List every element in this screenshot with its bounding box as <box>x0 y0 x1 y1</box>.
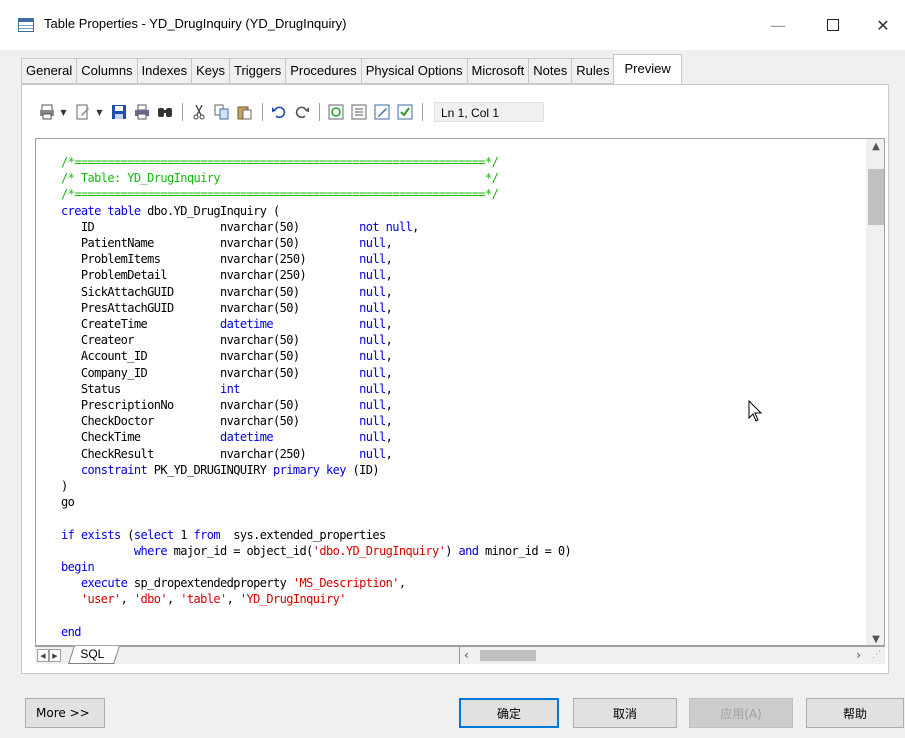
scroll-up-icon[interactable]: ▲ <box>866 141 884 152</box>
edit-menu-icon[interactable] <box>72 101 94 123</box>
preview-toolbar: ▼ ▼ Ln 1, Col 1 <box>36 99 544 125</box>
code-line: /*======================================… <box>61 187 499 202</box>
code-line: ProblemItems nvarchar(250) null, <box>61 252 393 267</box>
cancel-button[interactable]: 取消 <box>573 698 677 728</box>
toolbar-separator <box>182 103 183 121</box>
help-button[interactable]: 帮助 <box>806 698 904 728</box>
close-button[interactable]: ✕ <box>860 10 905 40</box>
show-lines-icon[interactable] <box>348 101 370 123</box>
tab-indexes[interactable]: Indexes <box>136 58 192 84</box>
code-line: create table dbo.YD_DrugInquiry ( <box>61 203 280 218</box>
sheet-next-icon[interactable]: ▶ <box>49 649 61 662</box>
code-line: PresAttachGUID nvarchar(50) null, <box>61 300 393 315</box>
tab-general[interactable]: General <box>21 58 77 84</box>
edit-preview-icon[interactable] <box>371 101 393 123</box>
code-line: where major_id = object_id('dbo.YD_DrugI… <box>133 543 572 558</box>
chevron-down-icon[interactable]: ▼ <box>95 101 104 123</box>
code-line: go <box>61 495 75 510</box>
hscroll-thumb[interactable] <box>480 650 536 661</box>
code-line: /* Table: YD_DrugInquiry */ <box>61 171 499 186</box>
code-line: 'user', 'dbo', 'table', 'YD_DrugInquiry' <box>80 592 347 607</box>
code-line: CheckDoctor nvarchar(50) null, <box>61 414 393 429</box>
code-line: /*======================================… <box>61 155 499 169</box>
toolbar-separator <box>319 103 320 121</box>
chevron-down-icon[interactable]: ▼ <box>59 101 68 123</box>
code-line: Createor nvarchar(50) null, <box>61 333 393 348</box>
tab-strip: General Columns Indexes Keys Triggers Pr… <box>21 54 682 84</box>
print-menu-icon[interactable] <box>36 101 58 123</box>
tab-rules[interactable]: Rules <box>571 58 614 84</box>
ok-button[interactable]: 确定 <box>459 698 559 728</box>
tab-columns[interactable]: Columns <box>76 58 137 84</box>
toolbar-separator <box>422 103 423 121</box>
apply-button[interactable]: 应用(A) <box>689 698 793 728</box>
sql-code[interactable]: /*======================================… <box>61 154 572 640</box>
code-line: execute sp_dropextendedproperty 'MS_Desc… <box>80 576 406 591</box>
sheet-tab-sql[interactable]: SQL <box>68 646 120 664</box>
maximize-icon <box>827 19 839 31</box>
code-line: ProblemDetail nvarchar(250) null, <box>61 268 393 283</box>
horizontal-scrollbar[interactable]: ‹ › ⋰ <box>459 647 885 664</box>
code-line: Company_ID nvarchar(50) null, <box>61 365 393 380</box>
tab-keys[interactable]: Keys <box>191 58 229 84</box>
mouse-pointer-icon <box>748 400 763 422</box>
window-title: Table Properties - YD_DrugInquiry (YD_Dr… <box>44 16 347 31</box>
tab-preview[interactable]: Preview <box>613 54 682 84</box>
tab-triggers[interactable]: Triggers <box>229 58 286 84</box>
copy-icon[interactable] <box>211 101 233 123</box>
code-line: Status int null, <box>61 381 393 396</box>
resize-grip-icon[interactable]: ⋰ <box>872 650 881 660</box>
find-icon[interactable] <box>154 101 176 123</box>
sql-preview-editor[interactable]: /*======================================… <box>35 138 885 646</box>
maximize-button[interactable] <box>810 10 856 40</box>
code-line: ​ <box>61 510 571 526</box>
sheet-tab-label: SQL <box>80 647 105 661</box>
tab-notes[interactable]: Notes <box>528 58 572 84</box>
code-line: ID nvarchar(50) not null, <box>61 219 419 234</box>
code-line: ​ <box>61 608 571 624</box>
code-line: CreateTime datetime null, <box>61 317 393 332</box>
code-line: PrescriptionNo nvarchar(50) null, <box>61 398 393 413</box>
scroll-down-icon[interactable]: ▼ <box>866 634 884 645</box>
cut-icon[interactable] <box>188 101 210 123</box>
table-icon <box>18 18 34 32</box>
vertical-scrollbar[interactable]: ▲ ▼ <box>866 139 884 645</box>
undo-icon[interactable] <box>268 101 290 123</box>
code-line: end <box>61 624 81 639</box>
code-line: if exists (select 1 from sys.extended_pr… <box>61 527 386 542</box>
editor-bottom-bar: ◀ ▶ SQL ‹ › ⋰ <box>35 646 885 664</box>
toolbar-separator <box>262 103 263 121</box>
tab-procedures[interactable]: Procedures <box>285 58 361 84</box>
minimize-button[interactable]: — <box>755 10 801 40</box>
code-line: CheckResult nvarchar(250) null, <box>61 446 393 461</box>
code-line: begin <box>61 560 95 575</box>
code-line: SickAttachGUID nvarchar(50) null, <box>61 284 393 299</box>
print-icon[interactable] <box>131 101 153 123</box>
tab-microsoft[interactable]: Microsoft <box>466 58 529 84</box>
title-bar: Table Properties - YD_DrugInquiry (YD_Dr… <box>0 0 905 50</box>
code-line: Account_ID nvarchar(50) null, <box>61 349 393 364</box>
sheet-prev-icon[interactable]: ◀ <box>37 649 49 662</box>
scroll-left-icon[interactable]: ‹ <box>464 648 469 662</box>
redo-icon[interactable] <box>291 101 313 123</box>
refresh-icon[interactable] <box>325 101 347 123</box>
scroll-thumb[interactable] <box>868 169 884 225</box>
paste-icon[interactable] <box>234 101 256 123</box>
check-icon[interactable] <box>394 101 416 123</box>
code-line: ) <box>61 479 68 494</box>
more-button[interactable]: More >> <box>25 698 105 728</box>
cursor-position: Ln 1, Col 1 <box>434 102 544 122</box>
tab-physical-options[interactable]: Physical Options <box>360 58 467 84</box>
code-line: constraint PK_YD_DRUGINQUIRY primary key… <box>80 462 380 477</box>
sheet-nav: ◀ ▶ <box>37 649 61 662</box>
code-line: PatientName nvarchar(50) null, <box>61 236 393 251</box>
save-icon[interactable] <box>108 101 130 123</box>
scroll-right-icon[interactable]: › <box>856 648 861 662</box>
code-line: CheckTime datetime null, <box>61 430 393 445</box>
